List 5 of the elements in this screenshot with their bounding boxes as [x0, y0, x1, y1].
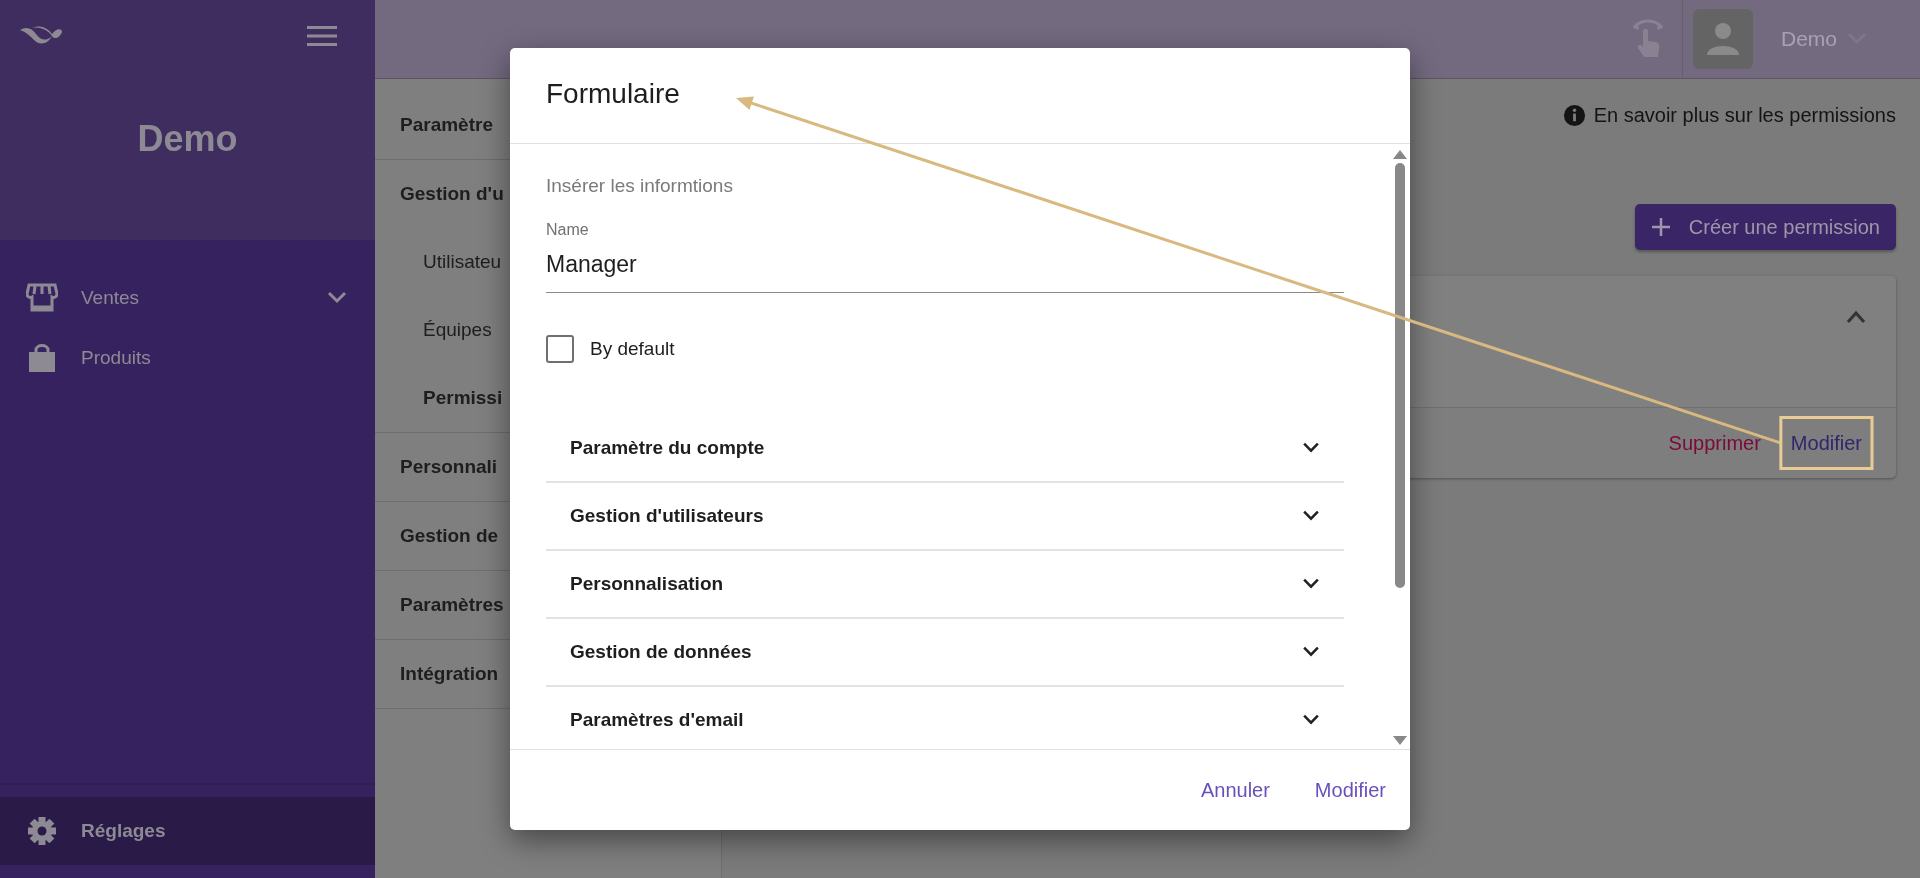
form-subtitle: Insérer les informtions: [546, 175, 734, 197]
dialog-title: Formulaire: [546, 78, 681, 110]
workspace-name: Demo: [136, 118, 239, 160]
checkbox-label: By default: [590, 338, 675, 360]
field-label: Name: [546, 221, 590, 239]
